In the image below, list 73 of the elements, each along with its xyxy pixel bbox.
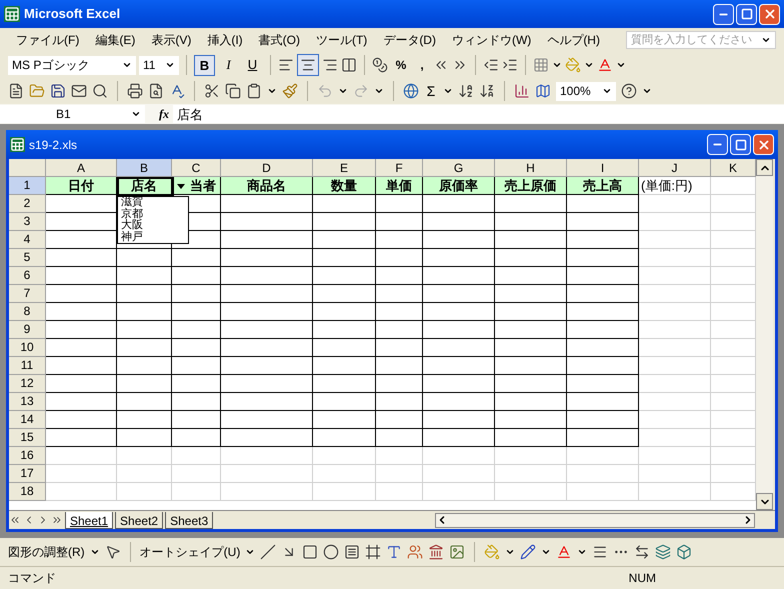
column-header[interactable]: F [376, 159, 423, 177]
column-header[interactable]: J [639, 159, 711, 177]
sheet-tab[interactable]: Sheet2 [115, 512, 164, 528]
font-name-field[interactable]: MS Pゴシック [8, 56, 136, 74]
column-header[interactable]: E [313, 159, 376, 177]
column-header[interactable]: I [567, 159, 639, 177]
column-header[interactable]: A [46, 159, 117, 177]
percent-button[interactable]: % [391, 56, 411, 74]
table-cell: 売上高 [567, 177, 639, 195]
dropdown-list[interactable]: 滋賀 京都 大阪 神戸 [117, 196, 189, 244]
sheet-tab[interactable]: Sheet1 [65, 512, 114, 528]
font-size-field[interactable]: 11 [139, 56, 179, 74]
sheet-tab[interactable]: Sheet3 [165, 512, 214, 528]
bold-button[interactable]: B [194, 54, 215, 76]
column-header[interactable]: B [117, 159, 172, 177]
row-header[interactable]: 5 [9, 249, 46, 267]
row-header[interactable]: 15 [9, 429, 46, 447]
menu-item[interactable]: ウィンドウ(W) [444, 31, 540, 49]
row-header[interactable]: 1 [9, 177, 46, 195]
table-cell: (単価:円) [639, 177, 711, 195]
italic-button[interactable]: I [218, 54, 239, 76]
dropdown-option[interactable]: 大阪 [121, 220, 188, 232]
window-title: Microsoft Excel [24, 5, 122, 24]
row-header[interactable]: 16 [9, 447, 46, 465]
column-header[interactable]: K [711, 159, 756, 177]
menu-item[interactable]: 書式(O) [250, 31, 308, 49]
table-cell: 日付 [46, 177, 117, 195]
row-header[interactable]: 7 [9, 285, 46, 303]
dropdown-option[interactable]: 京都 [121, 208, 188, 220]
table-cell: 単価 [376, 177, 423, 195]
underline-button[interactable]: U [242, 54, 263, 76]
function-label[interactable]: fx [149, 105, 169, 123]
row-header[interactable]: 9 [9, 321, 46, 339]
num-lock-indicator: NUM [628, 570, 656, 587]
table-cell: 商品名 [221, 177, 313, 195]
menu-item[interactable]: ヘルプ(H) [539, 31, 608, 49]
help-search-field[interactable]: 質問を入力してください [626, 31, 776, 49]
row-header[interactable]: 14 [9, 411, 46, 429]
column-header[interactable]: H [495, 159, 567, 177]
autoshape-button[interactable]: オートシェイプ(U) [140, 543, 240, 561]
dropdown-option[interactable]: 滋賀 [121, 197, 188, 208]
menu-item[interactable]: 表示(V) [143, 31, 200, 49]
table-cell: 原価率 [423, 177, 495, 195]
row-header[interactable]: 10 [9, 339, 46, 357]
column-header[interactable]: G [423, 159, 495, 177]
autosum-button[interactable]: Σ [424, 80, 438, 102]
row-header[interactable]: 11 [9, 357, 46, 375]
row-header[interactable]: 12 [9, 375, 46, 393]
row-header[interactable]: 3 [9, 213, 46, 231]
row-header[interactable]: 6 [9, 267, 46, 285]
row-header[interactable]: 18 [9, 483, 46, 501]
menu-item[interactable]: ツール(T) [308, 31, 376, 49]
row-header[interactable]: 17 [9, 465, 46, 483]
row-header[interactable]: 8 [9, 303, 46, 321]
row-header[interactable]: 13 [9, 393, 46, 411]
status-text: コマンド [8, 570, 57, 587]
row-header[interactable]: 2 [9, 195, 46, 213]
menu-item[interactable]: ファイル(F) [8, 31, 88, 49]
menu-item[interactable]: データ(D) [375, 31, 444, 49]
dropdown-option[interactable]: 神戸 [121, 232, 188, 243]
zoom-field[interactable]: 100% [556, 82, 616, 100]
table-cell: 数量 [313, 177, 376, 195]
table-cell: 売上原価 [495, 177, 567, 195]
draw-adjust-button[interactable]: 図形の調整(R) [8, 543, 85, 561]
formula-field[interactable]: 店名 [173, 105, 784, 123]
menu-item[interactable]: 挿入(I) [199, 31, 251, 49]
workbook-title: s19-2.xls [29, 136, 78, 154]
name-box[interactable]: B1 [0, 105, 145, 123]
menu-item[interactable]: 編集(E) [87, 31, 144, 49]
column-header[interactable]: D [221, 159, 313, 177]
column-header[interactable]: C [172, 159, 221, 177]
comma-button[interactable]: , [414, 56, 430, 74]
row-header[interactable]: 4 [9, 231, 46, 249]
